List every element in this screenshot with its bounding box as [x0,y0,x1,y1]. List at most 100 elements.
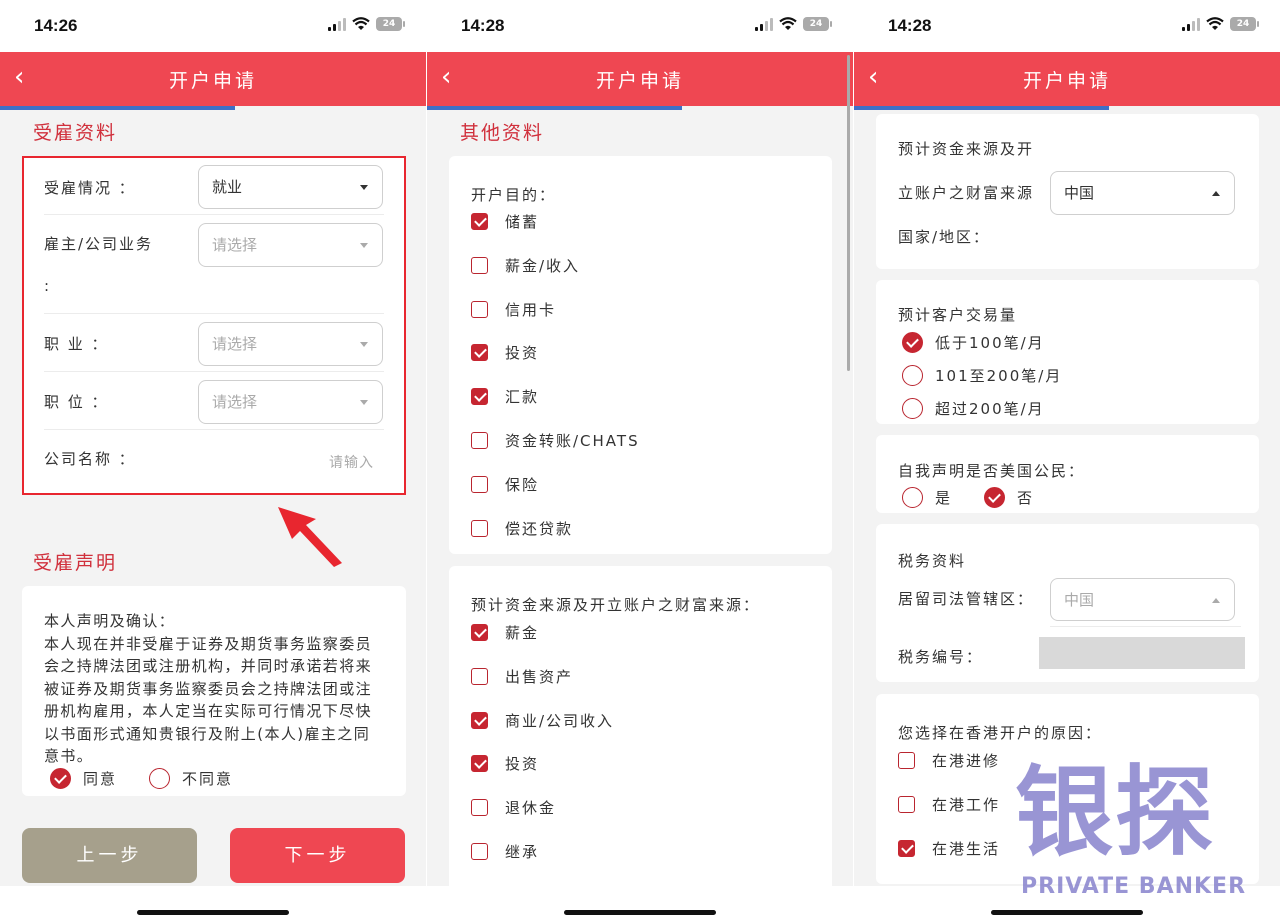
checkbox-option[interactable]: 储蓄 [471,211,539,232]
nav-title: 开户申请 [595,70,684,92]
home-indicator[interactable] [991,910,1143,915]
wifi-icon [1206,17,1224,30]
radio-option[interactable]: 超过200笔/月 [902,398,1045,419]
radio-label: 同意 [83,770,118,788]
wealth-country-card: 预计资金来源及开 立账户之财富来源 国家/地区： 中国 [876,114,1259,269]
company-name-input[interactable]: 请输入 [329,452,374,472]
checkbox-label: 商业/公司收入 [505,711,615,730]
occupation-select[interactable]: 请选择 [198,322,383,366]
checkbox-label: 在港工作 [932,796,1001,814]
checkbox-label: 薪金/收入 [505,256,581,275]
checkbox-checked-icon [471,755,488,773]
checkbox-option[interactable]: 继承 [471,841,539,862]
checkbox-option[interactable]: 偿还贷款 [471,518,573,539]
hk-reason-label: 您选择在香港开户的原因： [898,724,1103,742]
us-citizen-no-radio[interactable]: 否 [984,487,1034,508]
wealth-label-line2: 立账户之财富来源 [898,184,1035,202]
checkbox-option[interactable]: 资金转账/CHATS [471,430,640,451]
checkbox-label: 出售资产 [505,667,574,686]
checkbox-checked-icon [471,344,488,362]
checkbox-unchecked-icon [471,843,488,860]
checkbox-option[interactable]: 薪金 [471,622,539,643]
checkbox-checked-icon [471,711,488,729]
status-bar: 14:28 24 [427,0,853,52]
tax-title: 税务资料 [898,552,967,570]
checkbox-option[interactable]: 投资 [471,753,539,774]
checkbox-unchecked-icon [471,300,488,318]
position-select[interactable]: 请选择 [198,380,383,424]
watermark-text: PRIVATE BANKER [1021,874,1247,899]
checkbox-option[interactable]: 出售资产 [471,666,573,687]
nav-bar: ‹ 开户申请 [0,52,426,106]
checkbox-option[interactable]: 汇款 [471,386,539,407]
checkbox-label: 信用卡 [505,300,557,319]
checkbox-checked-icon [471,624,488,641]
checkbox-unchecked-icon [471,519,488,537]
home-indicator[interactable] [564,910,716,915]
checkbox-option[interactable]: 退休金 [471,797,556,818]
us-citizen-yes-radio[interactable]: 是 [902,487,952,508]
prev-step-button[interactable]: 上一步 [22,828,197,883]
employment-status-select[interactable]: 就业 [198,165,383,209]
screen-employment: 14:26 24 ‹ 开户申请 受雇资料 受雇情况 ： 就业 雇主/公司业务 :… [0,0,426,923]
checkbox-label: 继承 [505,843,540,861]
wifi-icon [779,17,797,30]
field-row-employer-business: 雇主/公司业务 : 请选择 [44,215,384,314]
radio-option[interactable]: 101至200笔/月 [902,365,1062,386]
field-row-employment-status: 受雇情况 ： 就业 [44,158,384,215]
checkbox-unchecked-icon [471,667,488,685]
checkbox-label: 退休金 [505,799,557,818]
scrollbar[interactable] [847,55,850,371]
radio-option[interactable]: 低于100笔/月 [902,332,1045,353]
home-area [0,886,426,923]
checkbox-option[interactable]: 在港生活 [898,838,1000,859]
radio-checked-icon [50,768,71,789]
section-title-declaration: 受雇声明 [33,552,118,574]
checkbox-option[interactable]: 在港进修 [898,750,1000,771]
select-placeholder: 请选择 [212,393,258,411]
status-bar: 14:26 24 [0,0,426,52]
caret-up-icon [1212,598,1220,603]
checkbox-label: 在港生活 [932,840,1001,858]
home-area [427,886,853,923]
battery-icon: 24 [376,17,405,31]
home-indicator[interactable] [137,910,289,915]
signal-icon [328,17,346,31]
checkbox-label: 投资 [505,755,540,774]
checkbox-option[interactable]: 在港工作 [898,794,1000,815]
checkbox-option[interactable]: 商业/公司收入 [471,710,614,731]
disagree-radio[interactable]: 不同意 [149,768,233,789]
divider [1050,626,1241,627]
tax-residence-label: 居留司法管辖区： [898,590,1035,608]
screen-other-info: 14:28 24 ‹ 开户申请 其他资料 开户目的： 储蓄 薪金/收入 信用卡 投资汇… [427,0,853,923]
caret-down-icon [360,400,368,405]
checkbox-unchecked-icon [471,475,488,493]
radio-checked-icon [902,332,923,353]
declaration-card: 本人声明及确认： 本人现在并非受雇于证券及期货事务监察委员会之持牌法团或注册机构… [22,586,406,796]
field-label: 公司名称 ： [44,450,136,468]
tax-residence-select[interactable]: 中国 [1050,578,1235,621]
wealth-country-select[interactable]: 中国 [1050,171,1235,215]
checkbox-option[interactable]: 投资 [471,342,539,363]
checkbox-unchecked-icon [898,752,915,769]
tax-number-input[interactable] [1039,637,1245,669]
nav-title: 开户申请 [1022,70,1111,92]
status-time: 14:26 [34,16,78,35]
nav-bar: ‹ 开户申请 [427,52,853,106]
select-placeholder: 请选择 [212,236,258,254]
checkbox-option[interactable]: 保险 [471,474,539,495]
checkbox-option[interactable]: 信用卡 [471,299,556,320]
field-label: 雇主/公司业务 [44,235,154,253]
radio-unchecked-icon [902,398,923,419]
caret-down-icon [360,342,368,347]
nav-title: 开户申请 [168,70,257,92]
source-card: 预计资金来源及开立账户之财富来源： 薪金 出售资产 商业/公司收入 投资 退休金 继承 [449,566,832,896]
watermark-chars: 银探 [1015,756,1216,870]
next-step-button[interactable]: 下一步 [230,828,405,883]
checkbox-option[interactable]: 薪金/收入 [471,255,580,276]
employer-business-select[interactable]: 请选择 [198,223,383,267]
checkbox-label: 汇款 [505,388,540,407]
agree-radio[interactable]: 同意 [50,768,117,789]
radio-unchecked-icon [902,365,923,386]
radio-label: 不同意 [182,770,234,788]
